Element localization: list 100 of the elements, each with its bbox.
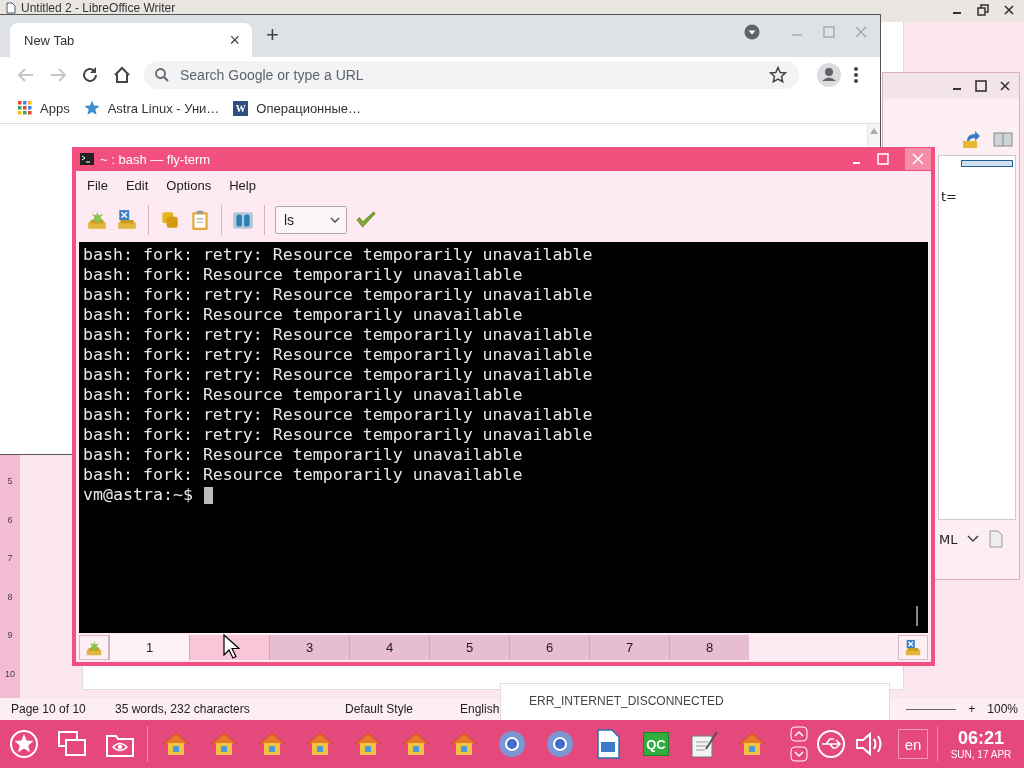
field-text: t= — [941, 189, 958, 204]
tray-arrow-icon[interactable] — [961, 129, 981, 149]
reload-icon[interactable] — [80, 65, 100, 85]
tray-x-icon — [904, 638, 922, 657]
house-icon[interactable] — [738, 730, 766, 758]
house-icon[interactable] — [354, 730, 382, 758]
chevron-down-icon — [330, 217, 340, 223]
terminal-line: bash: fork: Resource temporarily unavailable — [83, 265, 524, 285]
tray-x-icon[interactable] — [116, 209, 138, 231]
terminal-line: bash: fork: retry: Resource temporarily unavailable — [83, 405, 594, 425]
home-icon[interactable] — [112, 65, 132, 85]
house-icon[interactable] — [162, 730, 190, 758]
restore-icon[interactable] — [977, 4, 989, 16]
terminal-line: bash: fork: Resource temporarily unavailable — [83, 305, 524, 325]
star-icon — [83, 100, 100, 116]
terminal-tab[interactable]: 4 — [349, 635, 429, 660]
ruler-number: 5 — [7, 475, 13, 488]
windows-icon[interactable] — [57, 730, 87, 758]
clock-date: SUN, 17 APR — [950, 748, 1012, 761]
close-icon[interactable] — [999, 80, 1011, 92]
browser-icon[interactable] — [546, 730, 574, 758]
terminal-line: bash: fork: Resource temporarily unavailable — [83, 445, 524, 465]
terminal-line: bash: fork: Resource temporarily unavailable — [83, 385, 524, 405]
terminal-line: bash: fork: Resource temporarily unavailable — [83, 465, 524, 485]
document-icon[interactable] — [596, 729, 620, 759]
menu-item[interactable]: Edit — [116, 177, 158, 193]
copy-icon[interactable] — [159, 209, 181, 231]
language-label: English — [460, 702, 500, 716]
tab-close-button[interactable]: × — [229, 29, 240, 51]
close-icon — [912, 153, 924, 165]
text-cursor — [203, 486, 213, 504]
chevron-down-icon[interactable] — [967, 535, 980, 543]
house-icon[interactable] — [306, 730, 334, 758]
terminal-line: bash: fork: retry: Resource temporarily unavailable — [83, 365, 594, 385]
terminal-tab[interactable]: 6 — [509, 635, 589, 660]
terminal-line: bash: fork: retry: Resource temporarily unavailable — [83, 245, 594, 265]
ruler-number: 6 — [7, 513, 13, 527]
grid-icon — [18, 101, 32, 115]
usb-icon[interactable] — [816, 729, 846, 759]
terminal-icon — [80, 153, 94, 165]
terminal-tab[interactable]: 7 — [589, 635, 669, 660]
close-icon[interactable] — [1003, 4, 1015, 16]
clock-time: 06:21 — [957, 728, 1004, 748]
ruler-number: 8 — [7, 590, 13, 604]
dropdown-circle-icon[interactable] — [744, 24, 760, 40]
zoom-in-button[interactable]: + — [968, 702, 976, 716]
terminal-line: bash: fork: retry: Resource temporarily unavailable — [83, 285, 594, 305]
menu-dots-icon[interactable] — [853, 66, 859, 84]
window-title: ~ : bash — fly-term — [100, 151, 211, 167]
format-label: ML — [939, 531, 958, 547]
house-icon[interactable] — [450, 730, 478, 758]
close-tab-button[interactable] — [898, 635, 928, 660]
arrow-down-icon[interactable] — [790, 746, 808, 762]
command-dropdown[interactable]: ls — [275, 206, 347, 234]
browser-tab[interactable]: New Tab × — [10, 23, 252, 57]
bookmark[interactable]: W Операционные… — [233, 100, 362, 116]
zoom-level: 100% — [987, 702, 1018, 716]
columns-icon[interactable] — [993, 129, 1013, 149]
menu-item[interactable]: File — [78, 177, 117, 193]
scrollbar[interactable] — [867, 124, 880, 146]
star-outline-icon[interactable] — [769, 66, 787, 84]
word-count: 35 words, 232 characters — [115, 702, 251, 716]
terminal-tab[interactable]: 8 — [669, 635, 749, 660]
browser-icon[interactable] — [498, 730, 526, 758]
terminal-tab[interactable]: 1 — [109, 635, 189, 660]
scrollbar-thumb[interactable] — [916, 606, 918, 626]
terminal-tab[interactable]: 5 — [429, 635, 509, 660]
site-logo: W — [233, 100, 249, 116]
notepad-icon[interactable] — [689, 729, 719, 759]
star-circle-icon[interactable] — [9, 729, 39, 759]
search-icon — [154, 67, 170, 83]
shell-prompt: vm@astra:~$ — [83, 485, 193, 505]
avatar-icon[interactable] — [817, 63, 841, 87]
terminal-tab[interactable]: 3 — [269, 635, 349, 660]
new-tab-button[interactable] — [79, 635, 109, 660]
file-icon[interactable] — [989, 530, 1004, 548]
window-title: Untitled 2 - LibreOffice Writer — [21, 2, 176, 14]
scroll-up-icon[interactable] — [870, 128, 878, 134]
close-button[interactable] — [905, 148, 931, 170]
terminal-screen[interactable] — [79, 242, 928, 633]
house-icon[interactable] — [210, 730, 238, 758]
house-icon[interactable] — [402, 730, 430, 758]
ruler-number: 10 — [5, 667, 15, 681]
menu-item[interactable]: Help — [220, 177, 265, 193]
address-bar[interactable]: Search Google or type a URL — [144, 61, 799, 89]
paragraph-style: Default Style — [345, 702, 415, 716]
arrow-up-icon[interactable] — [790, 726, 808, 742]
maximize-icon[interactable] — [975, 80, 987, 92]
house-icon[interactable] — [258, 730, 286, 758]
bookmark[interactable]: Apps — [18, 100, 70, 116]
error-message: ERR_INTERNET_DISCONNECTED — [529, 694, 724, 708]
terminal-line: bash: fork: retry: Resource temporarily unavailable — [83, 425, 594, 445]
clipboard-icon[interactable] — [189, 209, 211, 231]
bookmark[interactable]: Astra Linux - Уни… — [83, 100, 220, 116]
keyboard-layout-button[interactable]: en — [898, 729, 928, 759]
new-tab-button[interactable]: + — [266, 18, 279, 48]
page-count: Page 10 of 10 — [11, 702, 87, 716]
menu-item[interactable]: Options — [157, 177, 221, 193]
ruler-number: 7 — [7, 552, 13, 565]
terminal-line: bash: fork: retry: Resource temporarily unavailable — [83, 325, 594, 345]
